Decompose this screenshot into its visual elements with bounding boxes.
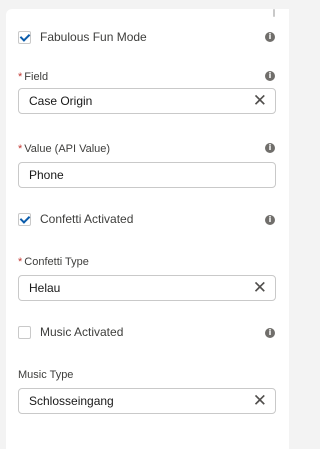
info-icon[interactable]: i [265,143,275,153]
music-activated-row: Music Activated i [18,322,275,342]
music-type-label: Music Type [18,369,73,381]
confetti-type-input[interactable]: Helau ✕ [18,275,276,301]
info-icon[interactable]: i [265,71,275,81]
field-info-row: i [18,69,275,83]
info-icon[interactable]: i [265,328,275,338]
fabulous-fun-mode-checkbox[interactable] [18,30,31,44]
value-input[interactable]: Phone [18,162,276,188]
confetti-activated-checkbox[interactable] [18,212,31,226]
clear-icon[interactable]: ✕ [253,276,267,300]
field-input[interactable]: Case Origin ✕ [18,88,276,114]
info-icon[interactable]: i [265,32,275,42]
confetti-type-value: Helau [29,281,61,295]
music-activated-label: Music Activated [40,325,124,339]
music-activated-checkbox[interactable] [18,325,31,339]
resize-handle[interactable] [273,9,275,17]
confetti-activated-label: Confetti Activated [40,212,134,226]
music-type-input[interactable]: Schlosseingang ✕ [18,388,276,414]
confetti-type-label-text: Confetti Type [24,256,89,268]
confetti-activated-row: Confetti Activated i [18,209,275,229]
music-type-label-text: Music Type [18,369,74,381]
fabulous-fun-mode-row: Fabulous Fun Mode i [18,27,275,47]
fabulous-fun-mode-label: Fabulous Fun Mode [40,30,147,44]
field-value: Case Origin [29,94,93,108]
value-info-row: i [18,141,275,155]
info-icon[interactable]: i [265,215,275,225]
required-indicator: * [18,256,23,268]
clear-icon[interactable]: ✕ [253,89,267,113]
config-panel: Fabulous Fun Mode i * Field i Case Origin… [6,9,289,449]
confetti-type-label: * Confetti Type [18,256,89,268]
value-field-value: Phone [29,168,64,182]
music-type-value: Schlosseingang [29,394,114,408]
clear-icon[interactable]: ✕ [253,389,267,413]
